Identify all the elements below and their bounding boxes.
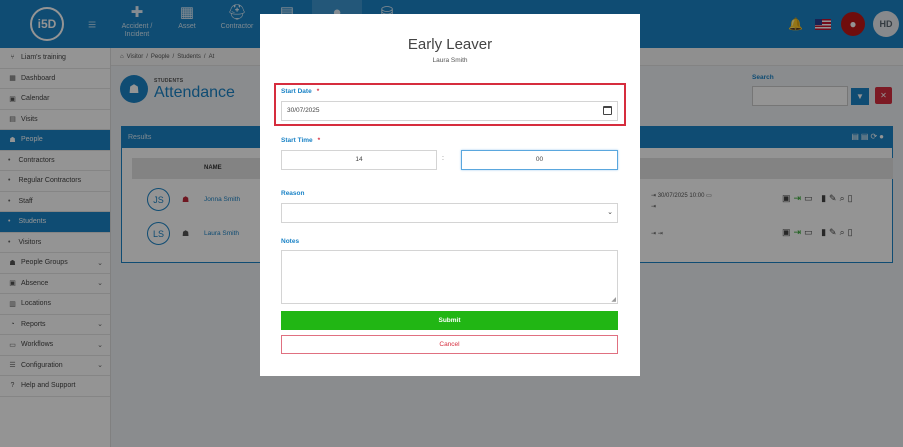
early-leaver-modal: Early Leaver Laura Smith Start Date * 30/…	[260, 14, 640, 376]
required-mark: *	[316, 88, 320, 95]
calendar-icon[interactable]	[603, 106, 612, 115]
notes-label: Notes	[281, 238, 300, 245]
required-mark: *	[317, 137, 321, 144]
notes-textarea[interactable]: ◢	[281, 250, 618, 304]
start-date-input[interactable]: 30/07/2025	[281, 101, 618, 121]
start-time-label: Start Time *	[281, 137, 321, 144]
cancel-button[interactable]: Cancel	[281, 335, 618, 354]
start-time-minute-input[interactable]: 00	[461, 150, 618, 170]
submit-button[interactable]: Submit	[281, 311, 618, 330]
chevron-down-icon: ⌄	[607, 209, 613, 216]
resize-grip-icon[interactable]: ◢	[611, 296, 616, 303]
time-separator: :	[442, 155, 444, 162]
modal-subtitle: Laura Smith	[432, 57, 468, 64]
start-date-label: Start Date *	[281, 88, 320, 95]
start-time-hour-input[interactable]: 14	[281, 150, 437, 170]
modal-title: Early Leaver	[407, 36, 493, 53]
reason-label: Reason	[281, 190, 305, 197]
reason-select[interactable]: ⌄	[281, 203, 618, 223]
